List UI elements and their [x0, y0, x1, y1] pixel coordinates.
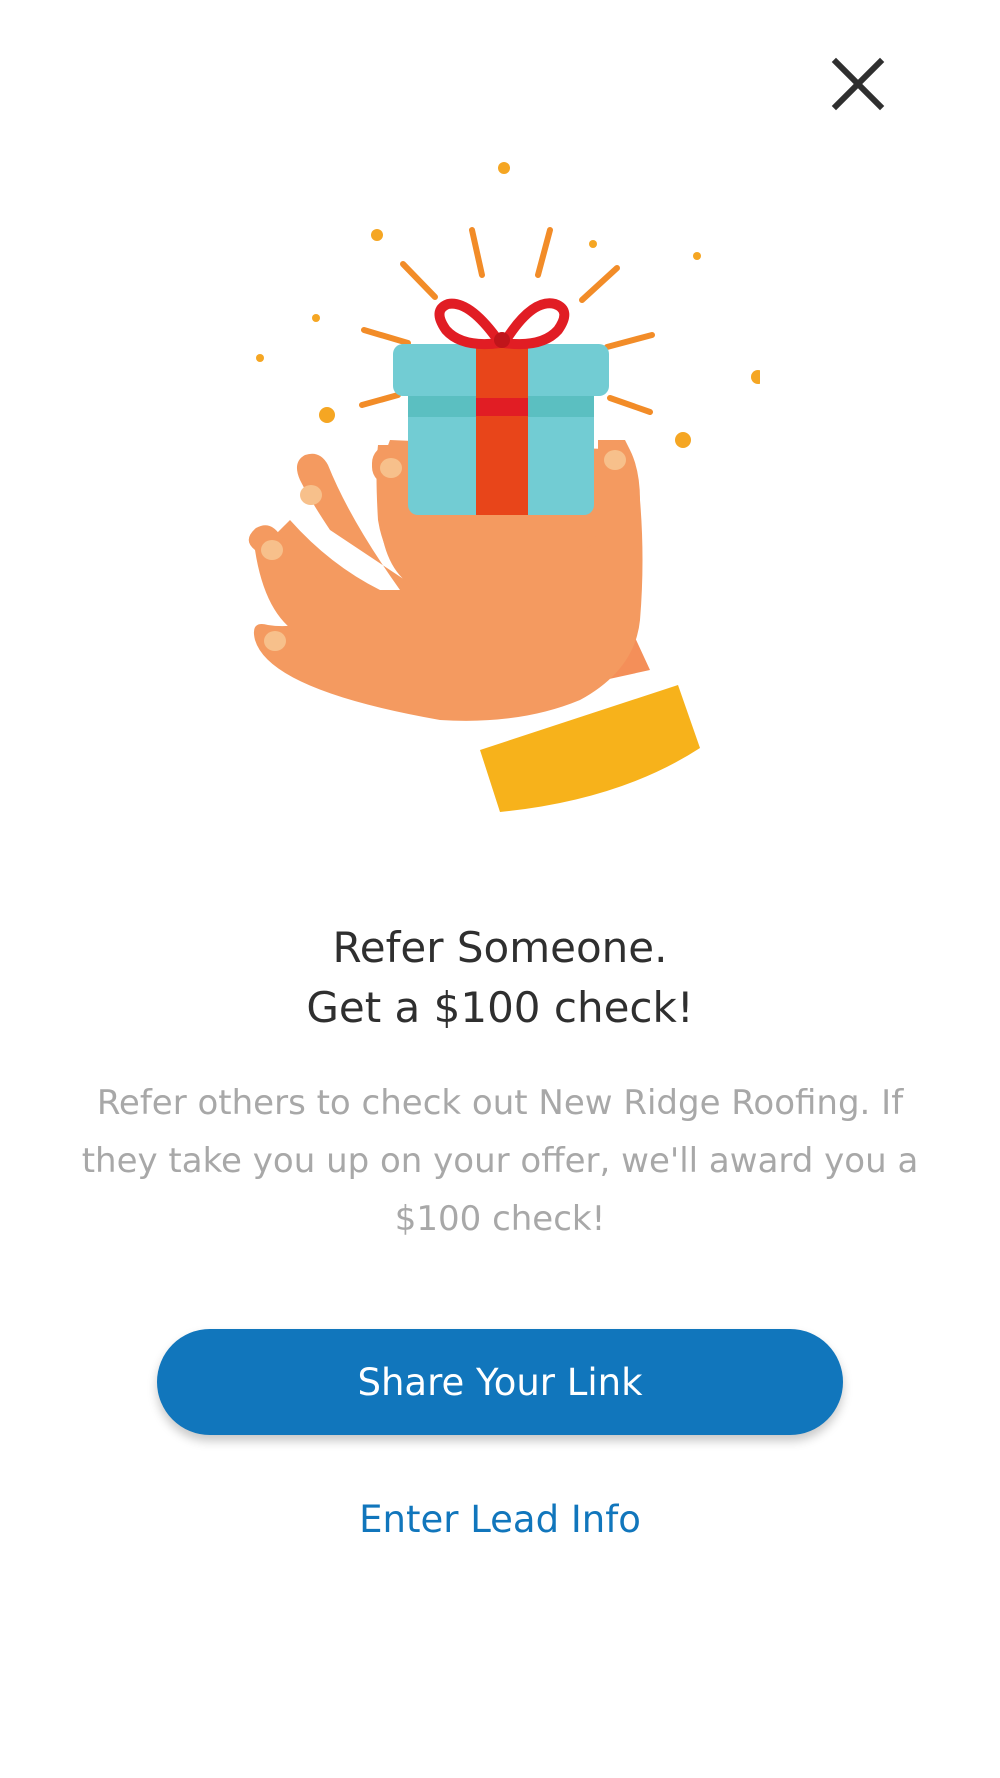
title-line-1: Refer Someone.: [332, 923, 668, 972]
gift-in-hand-illustration: [240, 150, 760, 820]
referral-title: Refer Someone. Get a $100 check!: [0, 918, 1000, 1038]
enter-lead-info-link[interactable]: Enter Lead Info: [0, 1494, 1000, 1546]
close-button[interactable]: [826, 52, 890, 116]
title-line-2: Get a $100 check!: [306, 983, 694, 1032]
referral-description: Refer others to check out New Ridge Roof…: [81, 1083, 919, 1239]
share-link-button[interactable]: Share Your Link: [157, 1329, 843, 1435]
share-link-button-label: Share Your Link: [357, 1360, 643, 1404]
close-icon: [831, 57, 885, 111]
